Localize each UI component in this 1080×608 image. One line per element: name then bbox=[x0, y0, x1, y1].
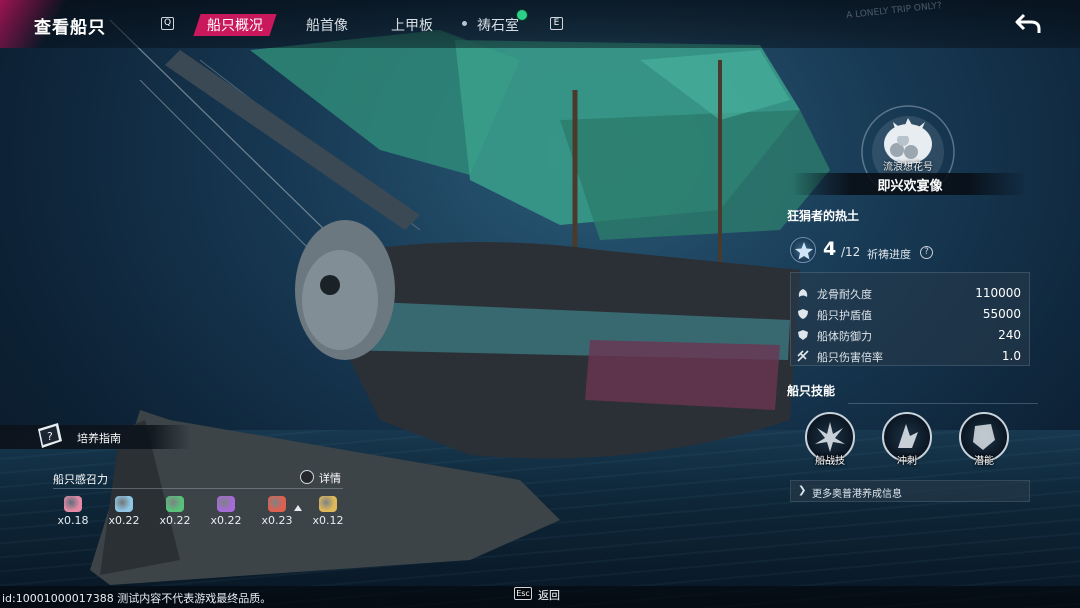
summon-item[interactable]: x0.18 bbox=[51, 496, 95, 528]
summon-item[interactable]: x0.22 bbox=[153, 496, 197, 528]
stat-label: 龙骨耐久度 bbox=[817, 288, 872, 301]
stat-value: 55000 bbox=[982, 307, 1021, 321]
summon-item[interactable]: x0.22 bbox=[204, 496, 248, 528]
stat-label: 船只伤害倍率 bbox=[817, 351, 883, 364]
ship-stats-panel: 龙骨耐久度 110000 船只护盾值 55000 船体防御力 240 船只伤害倍… bbox=[790, 272, 1030, 366]
prayer-room-badge-icon bbox=[516, 9, 528, 21]
next-tab-key-hint[interactable]: E bbox=[550, 17, 563, 30]
summon-item-value: x0.18 bbox=[57, 514, 89, 527]
stat-label: 船只护盾值 bbox=[817, 309, 872, 322]
page-title: 查看船只 bbox=[34, 18, 106, 38]
details-button[interactable]: 详情 bbox=[298, 468, 358, 486]
return-label[interactable]: 返回 bbox=[538, 587, 560, 603]
summon-item[interactable]: x0.12 bbox=[306, 496, 350, 528]
stat-row-damage-multiplier: 船只伤害倍率 1.0 bbox=[791, 346, 1031, 366]
stat-row-shield: 船只护盾值 55000 bbox=[791, 304, 1031, 324]
more-info-button[interactable]: ❯ 更多奥普港养成信息 bbox=[790, 480, 1030, 502]
hull-defense-icon bbox=[798, 330, 808, 340]
skill-label: 冲刺 bbox=[897, 456, 917, 467]
skills-divider bbox=[848, 403, 1038, 404]
gold-pouch-icon bbox=[319, 496, 337, 512]
red-flame-icon bbox=[268, 496, 286, 512]
skills-title: 船只技能 bbox=[787, 384, 836, 398]
summon-item-value: x0.22 bbox=[108, 514, 140, 527]
tab-ship-overview[interactable]: 船只概况 bbox=[193, 14, 277, 36]
esc-key-hint[interactable]: Esc bbox=[514, 587, 532, 600]
back-button[interactable] bbox=[1014, 12, 1042, 36]
guide-book-icon: ? bbox=[38, 423, 62, 448]
tab-figurehead[interactable]: 船首像 bbox=[296, 14, 358, 36]
figurehead-name: 即兴欢宴像 bbox=[877, 179, 943, 194]
summon-item-value: x0.22 bbox=[210, 514, 242, 527]
purple-crystal-icon bbox=[217, 496, 235, 512]
summon-item-value: x0.12 bbox=[312, 514, 344, 527]
selection-pointer-icon bbox=[294, 505, 302, 511]
summon-item-value: x0.23 bbox=[261, 514, 293, 527]
stat-value: 110000 bbox=[975, 286, 1021, 300]
skill-dive[interactable]: 潜能 bbox=[957, 412, 1011, 467]
skill-naval-combat[interactable]: 船战技 bbox=[803, 412, 857, 467]
summon-item[interactable]: x0.23 bbox=[255, 496, 299, 528]
ship-subtitle: 狂狷者的热土 bbox=[787, 209, 860, 223]
stat-label: 船体防御力 bbox=[817, 330, 872, 343]
stat-row-dragon-bone: 龙骨耐久度 110000 bbox=[791, 283, 1031, 303]
build-id-disclaimer: id:10001000017388 测试内容不代表游戏最终品质。 bbox=[2, 592, 272, 605]
stat-value: 1.0 bbox=[1001, 349, 1021, 363]
more-info-label: 更多奥普港养成信息 bbox=[812, 489, 902, 500]
shield-icon bbox=[798, 309, 808, 319]
pink-ore-icon bbox=[64, 496, 82, 512]
skill-label: 潜能 bbox=[974, 456, 994, 467]
skill-dash[interactable]: 冲刺 bbox=[880, 412, 934, 467]
magnifier-icon bbox=[300, 470, 314, 484]
help-icon[interactable]: ? bbox=[920, 246, 933, 259]
tab-upper-deck[interactable]: 上甲板 bbox=[381, 14, 443, 36]
prayer-progress-max: /12 bbox=[841, 245, 861, 259]
return-arrow-icon bbox=[1015, 13, 1041, 33]
svg-text:?: ? bbox=[47, 430, 53, 443]
summon-power-title: 船只感召力 bbox=[53, 473, 108, 486]
stat-row-hull-defense: 船体防御力 240 bbox=[791, 325, 1031, 345]
damage-multiplier-icon bbox=[797, 350, 809, 362]
prayer-progress-label: 祈祷进度 bbox=[867, 248, 911, 261]
dragon-bone-icon bbox=[798, 289, 808, 297]
figurehead-caption: 流浪想花号 bbox=[883, 162, 933, 173]
stat-value: 240 bbox=[998, 328, 1021, 342]
summon-item-value: x0.22 bbox=[159, 514, 191, 527]
tab-ship-overview-label: 船只概况 bbox=[207, 18, 263, 34]
chevron-right-icon: ❯ bbox=[798, 485, 807, 496]
summon-divider bbox=[53, 488, 343, 489]
details-label: 详情 bbox=[319, 472, 341, 485]
prayer-progress-current: 4 bbox=[823, 238, 837, 260]
blue-shell-icon bbox=[115, 496, 133, 512]
green-leaf-icon bbox=[166, 496, 184, 512]
skill-label: 船战技 bbox=[815, 456, 845, 467]
training-guide-label: 培养指南 bbox=[77, 432, 121, 445]
prayer-star-icon bbox=[790, 237, 816, 263]
summon-item[interactable]: x0.22 bbox=[102, 496, 146, 528]
prev-tab-key-hint[interactable]: Q bbox=[161, 17, 174, 30]
